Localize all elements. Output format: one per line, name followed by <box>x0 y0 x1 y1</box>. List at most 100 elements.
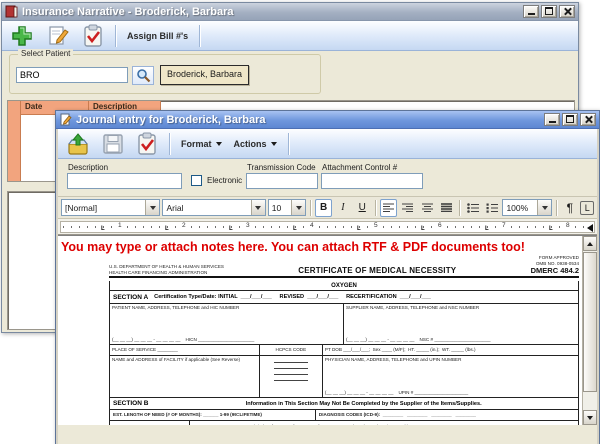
ruler-tab-stop[interactable]: L <box>549 226 553 232</box>
close-icon <box>584 115 593 124</box>
selected-patient-item[interactable]: Broderick, Barbara <box>160 65 249 85</box>
ruler-number: 6 <box>437 222 443 229</box>
vertical-scrollbar[interactable] <box>582 236 597 425</box>
dropdown-arrow-icon[interactable] <box>145 200 159 215</box>
chevron-down-icon <box>216 142 222 146</box>
journal-icon <box>59 113 72 126</box>
edit-icon <box>46 24 70 48</box>
italic-button[interactable]: I <box>334 199 351 217</box>
maximize-button[interactable] <box>562 113 578 126</box>
approval-block: FORM APPROVED OMB NO. 0938-0534 DMERC 48… <box>531 255 579 275</box>
toolbar-separator <box>288 133 289 155</box>
minimize-button[interactable] <box>544 113 560 126</box>
scroll-up-button[interactable] <box>583 236 597 251</box>
patient-search-button[interactable] <box>132 66 154 85</box>
import-arrow-icon <box>66 132 90 156</box>
underline-button[interactable]: U <box>354 199 371 217</box>
format-separator <box>556 200 557 216</box>
patient-search-input[interactable] <box>16 67 128 83</box>
transmission-code-input[interactable] <box>246 173 318 189</box>
ruler-number: 2 <box>181 222 187 229</box>
assign-bill-button[interactable]: Assign Bill #'s <box>123 23 192 49</box>
page-layout-button[interactable]: L <box>580 201 593 215</box>
justify-icon <box>441 203 452 212</box>
narrative-titlebar[interactable]: Insurance Narrative - Broderick, Barbara <box>2 3 578 21</box>
electronic-label: Electronic <box>207 176 242 185</box>
close-button[interactable] <box>559 5 575 18</box>
verify-narrative-button[interactable] <box>78 23 108 49</box>
electronic-checkbox[interactable] <box>191 175 202 186</box>
journal-titlebar[interactable]: Journal entry for Broderick, Barbara <box>56 111 599 129</box>
font-size-combobox[interactable]: 10 <box>268 199 306 216</box>
scrollbar-thumb[interactable] <box>583 252 597 392</box>
actions-menu-button[interactable]: Actions <box>230 131 281 157</box>
ruler-tab-stop[interactable]: L <box>485 226 489 232</box>
format-menu-button[interactable]: Format <box>177 131 226 157</box>
align-right-button[interactable] <box>399 199 416 217</box>
agency-block: U.S. DEPARTMENT OF HEALTH & HUMAN SERVIC… <box>109 264 224 275</box>
add-narrative-button[interactable] <box>6 23 38 49</box>
align-left-icon <box>383 203 394 212</box>
style-combobox[interactable]: [Normal] <box>61 199 160 216</box>
ruler-margin-marker[interactable] <box>587 224 593 232</box>
book-icon <box>5 5 18 18</box>
bullet-list-button[interactable] <box>464 199 481 217</box>
ruler-tab-stop[interactable]: L <box>229 226 233 232</box>
show-paragraph-marks-button[interactable]: ¶ <box>561 199 578 217</box>
facility-physician-row: NAME and ADDRESS of FACILITY if applicab… <box>110 356 578 398</box>
justify-button[interactable] <box>438 199 455 217</box>
certification-line: Certification Type/Date: INITIAL ___/___… <box>154 294 431 300</box>
verify-entry-button[interactable] <box>132 131 162 157</box>
maximize-button[interactable] <box>541 5 557 18</box>
font-combobox[interactable]: Arial <box>162 199 265 216</box>
narrative-toolbar: Assign Bill #'s <box>2 21 578 51</box>
ruler-number: 3 <box>245 222 251 229</box>
bullet-list-icon <box>467 203 479 213</box>
patient-cell: PATIENT NAME, ADDRESS, TELEPHONE and HIC… <box>110 304 344 344</box>
attachment-control-input[interactable] <box>321 173 423 189</box>
journal-frame: Format Actions Description Electronic Tr… <box>56 129 599 444</box>
ruler-tab-stop[interactable]: L <box>165 226 169 232</box>
oxygen-label: OXYGEN <box>331 283 357 289</box>
toolbar-separator <box>115 25 116 47</box>
close-button[interactable] <box>580 113 596 126</box>
description-input[interactable] <box>67 173 182 189</box>
numbered-list-button[interactable] <box>483 199 500 217</box>
bold-button[interactable]: B <box>315 199 332 217</box>
ruler-number: 4 <box>309 222 315 229</box>
clipboard-check-icon <box>136 132 158 156</box>
section-b-row: SECTION B Information in This Section Ma… <box>110 398 578 410</box>
ruler[interactable]: 1L2L3L4L5L6L7L8L <box>60 221 595 233</box>
supplier-phone-line: (__ __ __) __ __ __ - __ __ __ __ NSC # … <box>346 337 576 343</box>
dropdown-arrow-icon[interactable] <box>251 200 265 215</box>
dropdown-arrow-icon[interactable] <box>291 200 305 215</box>
align-center-button[interactable] <box>418 199 435 217</box>
cmn-form-header: U.S. DEPARTMENT OF HEALTH & HUMAN SERVIC… <box>109 255 579 278</box>
supplier-header: SUPPLIER NAME, ADDRESS, TELEPHONE and NS… <box>346 305 576 311</box>
edit-narrative-button[interactable] <box>42 23 74 49</box>
minimize-button[interactable] <box>523 5 539 18</box>
ruler-tab-stop[interactable]: L <box>421 226 425 232</box>
ruler-tab-stop[interactable]: L <box>101 226 105 232</box>
zoom-combobox[interactable]: 100% <box>502 199 552 216</box>
diagnosis-codes-cell: DIAGNOSIS CODES (ICD-9): ________ ______… <box>316 410 578 420</box>
align-right-icon <box>402 203 413 212</box>
ruler-tab-stop[interactable]: L <box>293 226 297 232</box>
oxygen-row: OXYGEN <box>110 281 578 291</box>
journal-toolbar: Format Actions <box>58 129 597 159</box>
dropdown-arrow-icon[interactable] <box>537 200 551 215</box>
save-button[interactable] <box>98 131 128 157</box>
place-of-service-cell: PLACE OF SERVICE ________ <box>110 345 260 355</box>
transmission-code-label: Transmission Code <box>247 163 316 172</box>
document-notice-text: You may type or attach notes here. You c… <box>61 240 525 254</box>
ruler-number: 5 <box>373 222 379 229</box>
numbered-list-icon <box>486 203 498 213</box>
ruler-tab-stop[interactable]: L <box>357 226 361 232</box>
agency-line1: U.S. DEPARTMENT OF HEALTH & HUMAN SERVIC… <box>109 264 224 270</box>
format-separator <box>375 200 376 216</box>
document-page[interactable]: You may type or attach notes here. You c… <box>58 236 582 425</box>
post-entry-button[interactable] <box>62 131 94 157</box>
align-left-button[interactable] <box>380 199 397 217</box>
ruler-number: 8 <box>565 222 571 229</box>
scroll-down-button[interactable] <box>583 410 597 425</box>
